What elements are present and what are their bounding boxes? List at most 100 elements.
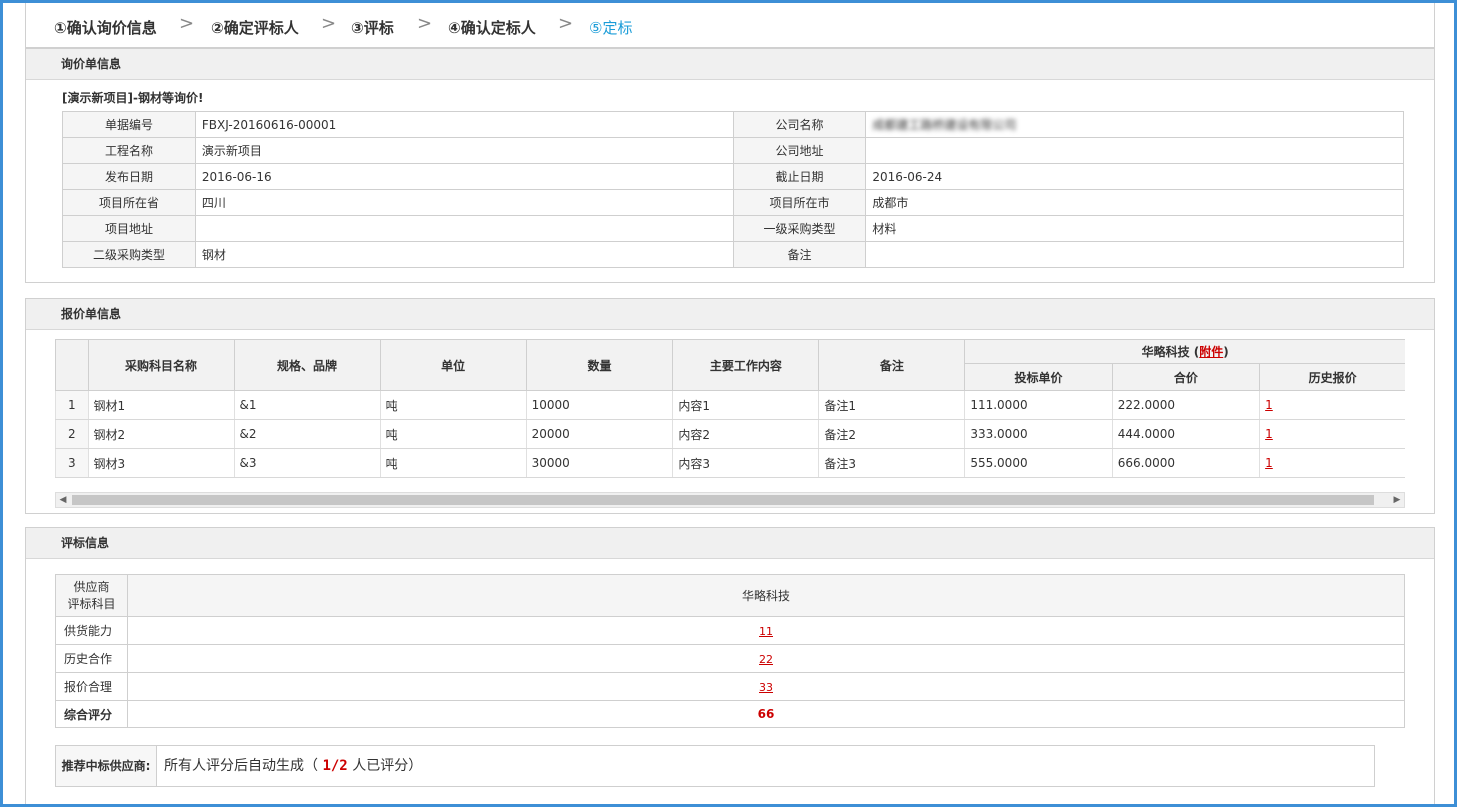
info-label: 单据编号 xyxy=(62,111,196,138)
evaluation-panel: 评标信息 供应商 评标科目 华略科技 供货能力 11 历史合作 22 报价合理 33 综合… xyxy=(25,527,1435,804)
eval-item-label: 历史合作 xyxy=(55,644,128,673)
quote-row: 3 钢材3 &3 吨 30000 内容3 备注3 555.0000 666.0000 1 xyxy=(55,448,1405,478)
recommend-prefix: 所有人评分后自动生成（ xyxy=(164,758,318,774)
col-header-quantity: 数量 xyxy=(525,339,674,391)
history-quote-link[interactable]: 1 xyxy=(1265,427,1273,441)
info-value: 2016-06-16 xyxy=(194,163,734,190)
info-row: 二级采购类型 钢材 备注 xyxy=(62,241,1404,268)
info-label: 备注 xyxy=(732,241,867,268)
quote-cell: 备注3 xyxy=(818,448,966,478)
supplier-group-header: 华略科技 (附件) xyxy=(964,339,1405,364)
quote-row: 2 钢材2 &2 吨 20000 内容2 备注2 333.0000 444.0000 1 xyxy=(55,419,1405,449)
step-separator: > xyxy=(417,13,433,34)
page-frame: ①确认询价信息 > ②确定评标人 > ③评标 > ④确认定标人 > ⑤定标 询价… xyxy=(0,0,1457,807)
history-cell: 1 xyxy=(1259,390,1405,420)
recommend-suffix: 人已评分） xyxy=(352,758,423,774)
step-3[interactable]: ③评标 xyxy=(351,17,394,38)
row-number: 1 xyxy=(55,390,89,420)
info-row: 单据编号 FBXJ-20160616-00001 公司名称 成都建工路桥建设有限公司 xyxy=(62,111,1404,138)
quote-cell: &1 xyxy=(233,390,381,420)
quote-cell: 666.0000 xyxy=(1111,448,1261,478)
info-label: 二级采购类型 xyxy=(62,241,196,268)
quote-cell: 内容3 xyxy=(672,448,820,478)
history-cell: 1 xyxy=(1259,448,1405,478)
quote-cell: 吨 xyxy=(379,448,527,478)
quote-cell: 吨 xyxy=(379,390,527,420)
quote-cell: 备注2 xyxy=(818,419,966,449)
recommend-text: 所有人评分后自动生成（ 1/2 人已评分） xyxy=(164,746,422,786)
attachment-link[interactable]: 附件 xyxy=(1199,345,1223,359)
eval-score-link[interactable]: 11 xyxy=(759,625,773,638)
supplier-name: 华略科技 xyxy=(1141,345,1190,359)
scroll-right-icon[interactable]: ▶ xyxy=(1390,493,1404,507)
info-value: 四川 xyxy=(194,189,734,216)
step-4[interactable]: ④确认定标人 xyxy=(448,17,536,38)
quote-cell: 20000 xyxy=(525,419,674,449)
info-label: 项目所在市 xyxy=(732,189,867,216)
col-header-content: 主要工作内容 xyxy=(672,339,820,391)
info-value xyxy=(194,215,734,242)
eval-score-link[interactable]: 22 xyxy=(759,653,773,666)
quote-row: 1 钢材1 &1 吨 10000 内容1 备注1 111.0000 222.0000 1 xyxy=(55,390,1405,420)
info-row: 发布日期 2016-06-16 截止日期 2016-06-24 xyxy=(62,163,1404,190)
info-value: FBXJ-20160616-00001 xyxy=(194,111,734,138)
scroll-thumb[interactable] xyxy=(72,495,1374,505)
info-label: 项目地址 xyxy=(62,215,196,242)
step-separator: > xyxy=(321,13,337,34)
quote-cell: &3 xyxy=(233,448,381,478)
info-value: 演示新项目 xyxy=(194,137,734,164)
total-score-label: 综合评分 xyxy=(55,700,128,728)
col-header-history: 历史报价 xyxy=(1259,363,1405,391)
history-quote-link[interactable]: 1 xyxy=(1265,456,1273,470)
info-label: 公司地址 xyxy=(732,137,867,164)
step-1[interactable]: ①确认询价信息 xyxy=(54,17,157,38)
eval-score-cell: 11 xyxy=(127,616,1405,645)
quote-cell: 10000 xyxy=(525,390,674,420)
recommend-label: 推荐中标供应商: xyxy=(56,746,157,786)
quote-cell: 备注1 xyxy=(818,390,966,420)
history-quote-link[interactable]: 1 xyxy=(1265,398,1273,412)
horizontal-scrollbar[interactable]: ◀ ▶ xyxy=(55,492,1405,508)
row-number-header xyxy=(55,339,89,391)
eval-row: 历史合作 22 xyxy=(55,644,1405,673)
quote-cell: 钢材2 xyxy=(87,419,235,449)
step-bar: ①确认询价信息 > ②确定评标人 > ③评标 > ④确认定标人 > ⑤定标 xyxy=(25,3,1435,48)
row-number: 2 xyxy=(55,419,89,449)
evaluation-section-title: 评标信息 xyxy=(26,528,1434,559)
info-label: 发布日期 xyxy=(62,163,196,190)
info-label: 工程名称 xyxy=(62,137,196,164)
eval-score-cell: 33 xyxy=(127,672,1405,701)
info-value: 2016-06-24 xyxy=(865,163,1404,190)
col-header-name: 采购科目名称 xyxy=(87,339,235,391)
quote-cell: 30000 xyxy=(525,448,674,478)
total-score-value: 66 xyxy=(127,700,1405,728)
quote-cell: 222.0000 xyxy=(1111,390,1261,420)
info-value: 钢材 xyxy=(194,241,734,268)
quote-cell: 内容1 xyxy=(672,390,820,420)
col-header-bid-price: 投标单价 xyxy=(964,363,1113,391)
info-label: 项目所在省 xyxy=(62,189,196,216)
history-cell: 1 xyxy=(1259,419,1405,449)
inquiry-panel: 询价单信息 [演示新项目]-钢材等询价! 单据编号 FBXJ-20160616-0… xyxy=(25,48,1435,283)
scroll-left-icon[interactable]: ◀ xyxy=(56,493,70,507)
quote-cell: 333.0000 xyxy=(964,419,1113,449)
corner-top-label: 供应商 xyxy=(73,579,110,594)
corner-header: 供应商 评标科目 xyxy=(55,574,128,617)
quote-section-title: 报价单信息 xyxy=(26,299,1434,330)
step-2[interactable]: ②确定评标人 xyxy=(211,17,299,38)
info-label: 一级采购类型 xyxy=(732,215,867,242)
quote-cell: 444.0000 xyxy=(1111,419,1261,449)
eval-score-link[interactable]: 33 xyxy=(759,681,773,694)
step-5-active[interactable]: ⑤定标 xyxy=(589,17,632,38)
info-label: 公司名称 xyxy=(732,111,867,138)
evaluated-count: 1/2 xyxy=(322,758,348,774)
quote-cell: &2 xyxy=(233,419,381,449)
content: ①确认询价信息 > ②确定评标人 > ③评标 > ④确认定标人 > ⑤定标 询价… xyxy=(25,3,1435,804)
quote-cell: 钢材1 xyxy=(87,390,235,420)
info-row: 项目地址 一级采购类型 材料 xyxy=(62,215,1404,242)
eval-item-label: 供货能力 xyxy=(55,616,128,645)
row-number: 3 xyxy=(55,448,89,478)
quote-cell: 555.0000 xyxy=(964,448,1113,478)
col-header-unit: 单位 xyxy=(379,339,527,391)
corner-bottom-label: 评标科目 xyxy=(67,596,116,611)
